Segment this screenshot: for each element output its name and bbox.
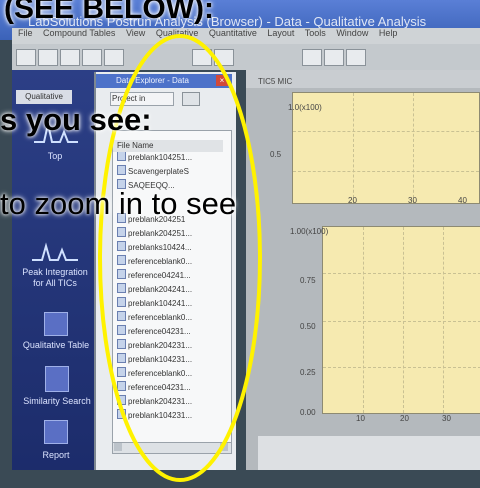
sidebar-item-label: Similarity Search: [23, 396, 91, 406]
y-axis-label: 1.00(x100): [290, 227, 329, 236]
peak-icon[interactable]: [346, 49, 366, 66]
save-icon[interactable]: [38, 49, 58, 66]
report-icon: [44, 420, 68, 444]
sidebar-item-label: Top: [47, 151, 63, 161]
gridline: [353, 93, 354, 203]
menu-tools[interactable]: Tools: [305, 28, 326, 38]
sidebar-item-qualitative-table[interactable]: Qualitative Table: [22, 312, 90, 351]
gridline: [293, 171, 479, 172]
chart-icon[interactable]: [324, 49, 344, 66]
menu-window[interactable]: Window: [336, 28, 368, 38]
gridline: [363, 227, 364, 413]
gridline: [413, 93, 414, 203]
bottom-panel: [258, 436, 480, 470]
zoom-icon[interactable]: [302, 49, 322, 66]
overlay-text-3: to zoom in to see: [0, 186, 237, 221]
y-tick-label: 0.25: [300, 368, 316, 377]
gridline: [323, 273, 480, 274]
sidebar-item-peak-integration[interactable]: Peak Integration for All TICs: [20, 240, 90, 289]
x-tick-label: 20: [348, 196, 357, 205]
y-axis-label: 1.0(x100): [288, 103, 322, 112]
open-icon[interactable]: [16, 49, 36, 66]
x-tick-label: 20: [400, 414, 409, 423]
gridline: [293, 131, 479, 132]
y-tick-label: 0.5: [270, 150, 282, 159]
gridline: [403, 227, 404, 413]
print-icon[interactable]: [60, 49, 80, 66]
menu-layout[interactable]: Layout: [267, 28, 294, 38]
x-tick-label: 10: [356, 414, 365, 423]
x-tick-label: 30: [442, 414, 451, 423]
x-tick-label: 30: [408, 196, 417, 205]
menu-help[interactable]: Help: [379, 28, 398, 38]
integration-icon: [32, 242, 78, 261]
highlight-ellipse: [98, 34, 262, 482]
sidebar-item-label: Report: [42, 450, 70, 460]
y-tick-label: 0.50: [300, 322, 316, 331]
overlay-text-1: (SEE BELOW):: [4, 0, 214, 25]
x-tick-label: 40: [458, 196, 467, 205]
gridline: [443, 227, 444, 413]
sidebar-item-similarity-search[interactable]: Similarity Search: [20, 366, 94, 407]
y-tick-label: 0.75: [300, 276, 316, 285]
sidebar-item-report[interactable]: Report: [22, 420, 90, 461]
lower-chromatogram-plot[interactable]: [322, 226, 480, 414]
gridline: [323, 321, 480, 322]
gridline: [323, 367, 480, 368]
sidebar-item-label: Qualitative Table: [22, 340, 90, 350]
table-icon: [44, 312, 68, 336]
sidebar-item-label: Peak Integration for All TICs: [22, 267, 88, 288]
y-tick-label: 0.00: [300, 408, 316, 417]
search-icon: [45, 366, 69, 392]
menu-file[interactable]: File: [18, 28, 33, 38]
overlay-text-2: s you see:: [0, 102, 152, 137]
